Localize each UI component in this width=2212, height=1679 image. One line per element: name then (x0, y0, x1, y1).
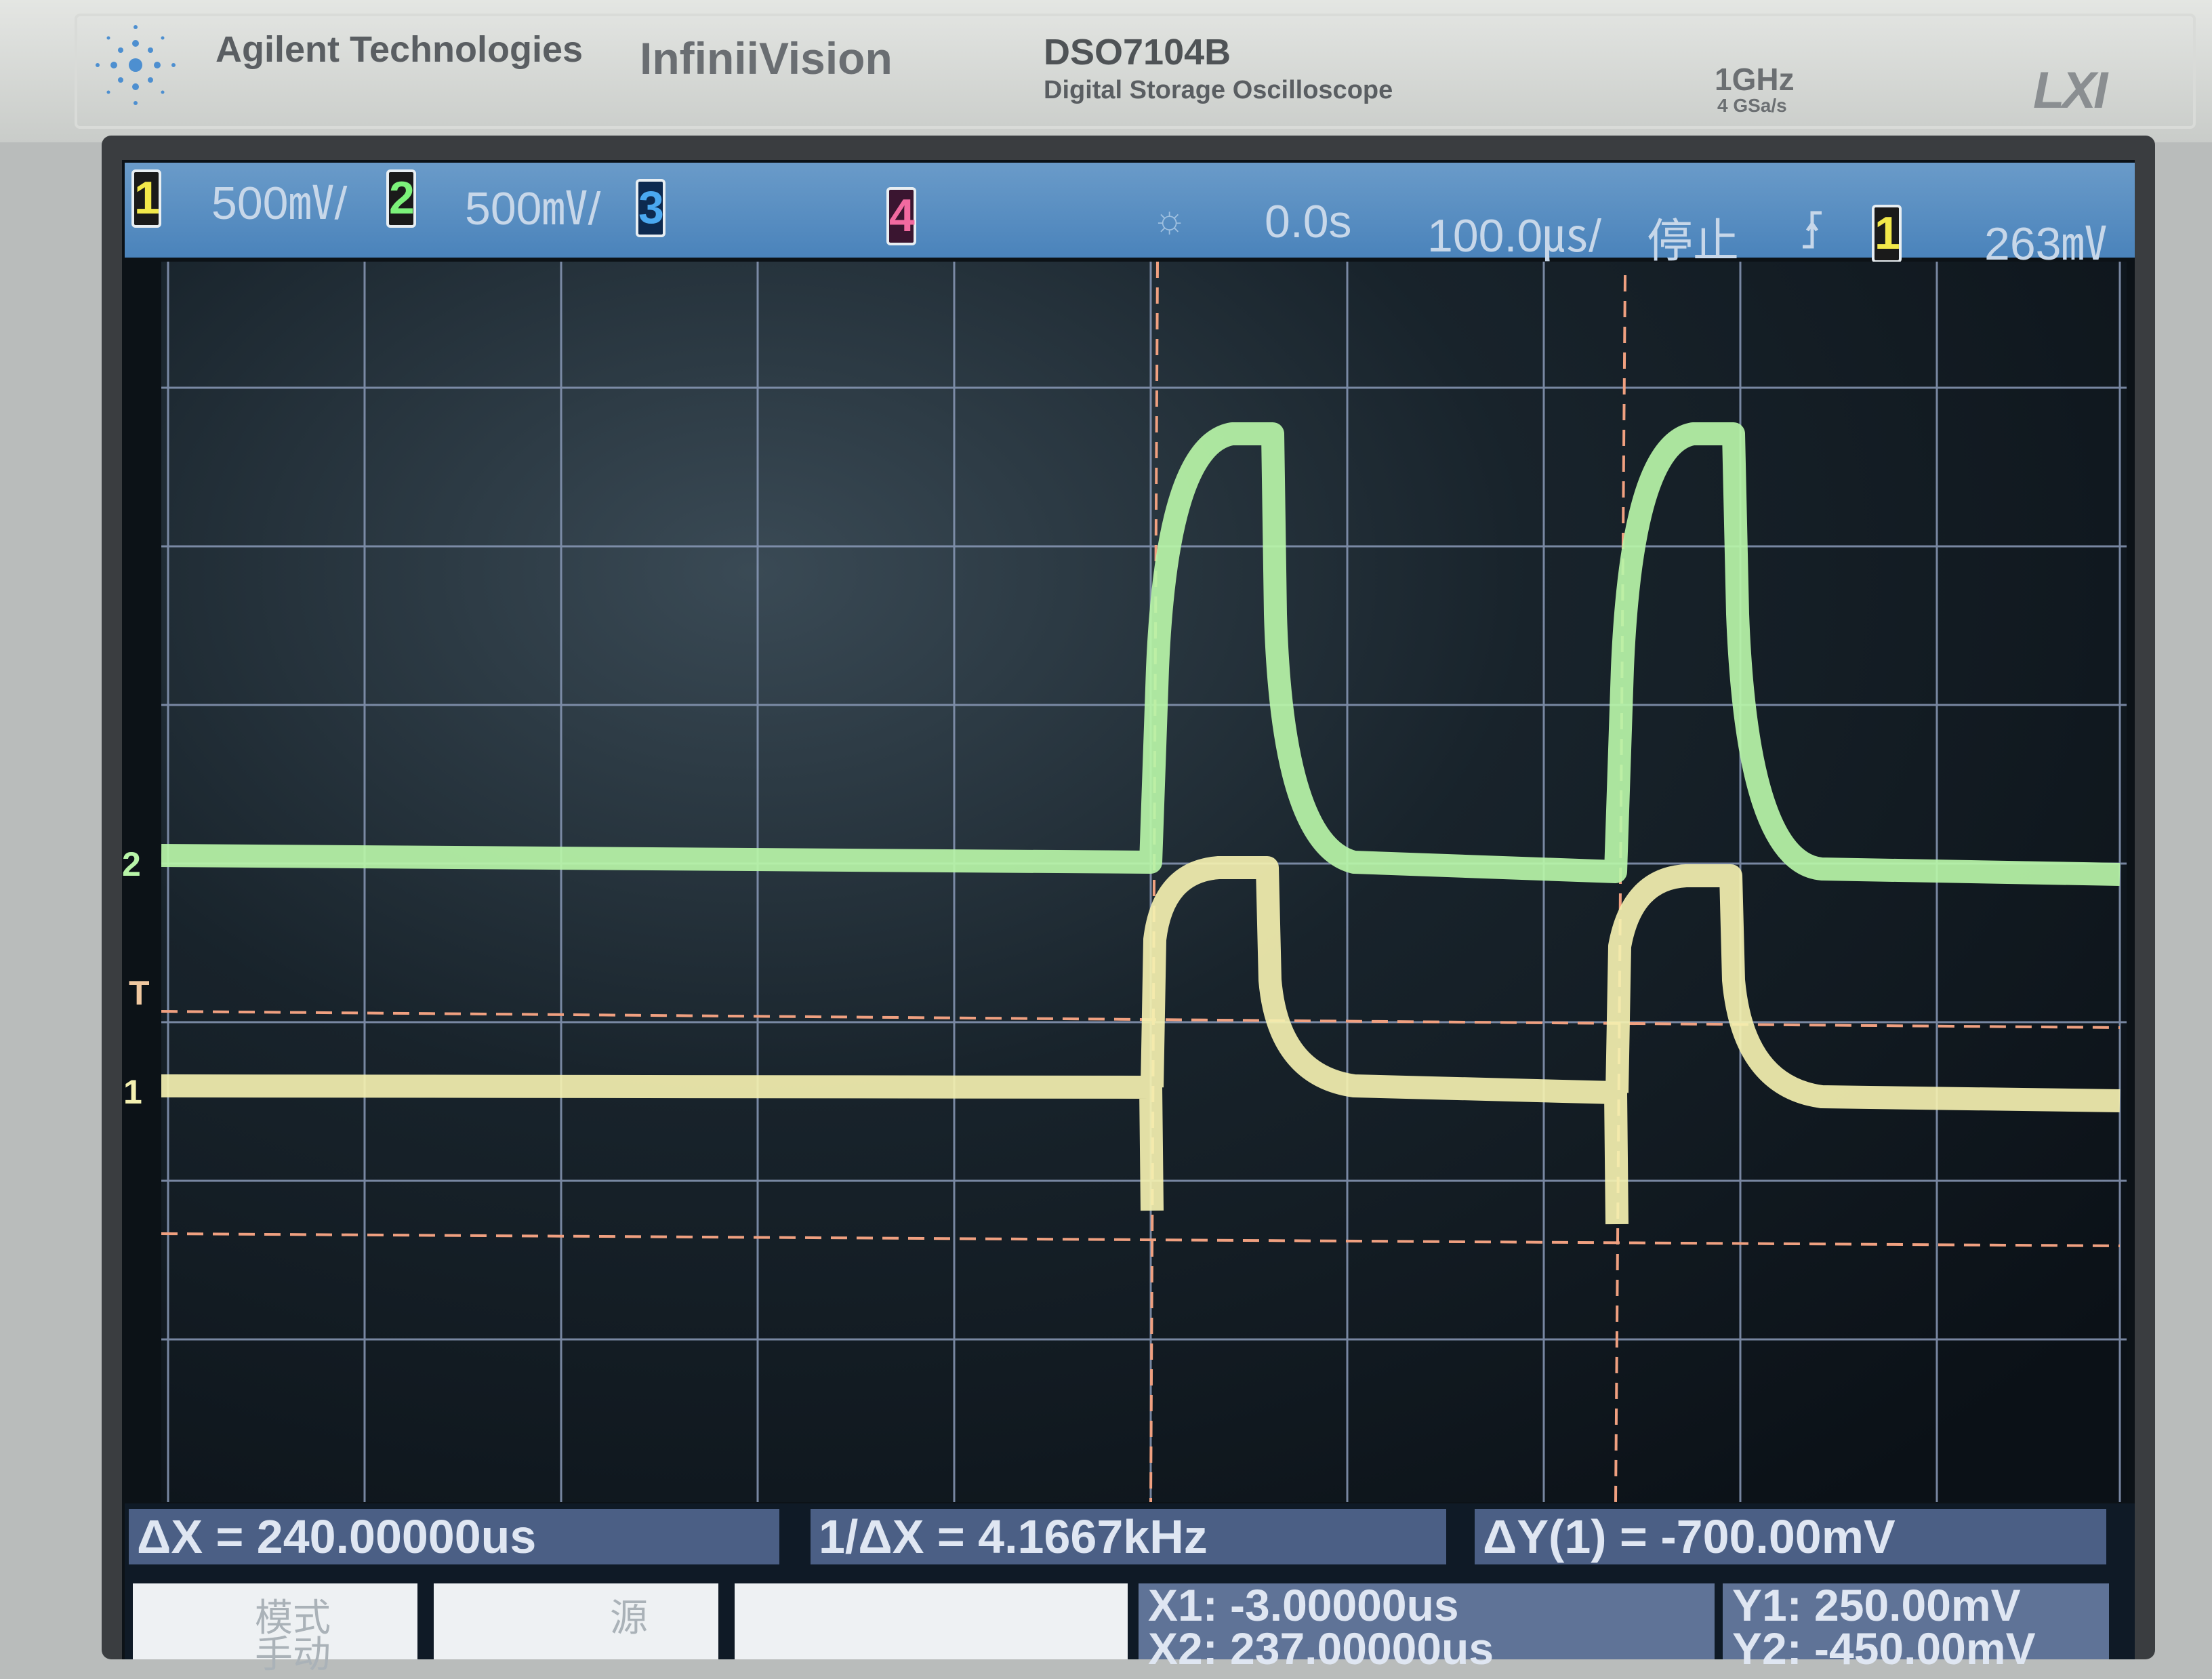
channel-4-badge[interactable]: 4 (886, 187, 916, 245)
softkey-mode-value: 手动 (255, 1633, 331, 1676)
bandwidth-label: 1GHz (1715, 62, 1795, 97)
run-indicator-icon: ☼ (1152, 197, 1187, 240)
graticule-grid (161, 262, 2127, 1502)
delta-x-readout: ΔX = 240.00000us (129, 1509, 779, 1564)
x2-readout: X2: 237.00000us (1148, 1623, 1494, 1674)
cursor-y-readout: Y1: 250.00mV Y2: -450.00mV (1723, 1580, 2109, 1671)
softkey-blank[interactable] (735, 1583, 1128, 1659)
brand-name: Agilent Technologies (216, 29, 583, 70)
channel-1-trace (161, 856, 2121, 1225)
trigger-level-marker[interactable]: T (129, 973, 150, 1013)
trigger-source-badge[interactable]: 1 (1872, 205, 1902, 263)
softkey-source[interactable]: 源 (434, 1583, 718, 1659)
softkey-source-label: 源 (610, 1596, 648, 1639)
channel-2-badge[interactable]: 2 (386, 169, 416, 228)
y2-readout: Y2: -450.00mV (1732, 1623, 2036, 1674)
inverse-delta-x-readout: 1/ΔX = 4.1667kHz (811, 1509, 1446, 1564)
sample-rate-label: 4 GSa/s (1717, 95, 1787, 116)
cursor-x-readout: X1: -3.00000us X2: 237.00000us (1139, 1580, 1715, 1671)
model-number: DSO7104B (1044, 32, 1231, 73)
product-line: InfiniiVision (640, 33, 893, 83)
model-description: Digital Storage Oscilloscope (1044, 76, 1393, 104)
channel-2-ground-marker[interactable]: 2 (122, 845, 141, 884)
channel-1-badge[interactable]: 1 (131, 169, 161, 228)
cursor-y1 (161, 1010, 2121, 1029)
agilent-spark-logo (96, 25, 176, 105)
softkey-mode[interactable]: 模式 手动 (133, 1583, 417, 1676)
lxi-logo: LXI (2033, 62, 2108, 119)
waveform-display (161, 262, 2127, 1502)
cursor-x2 (1614, 275, 1626, 1502)
x1-readout: X1: -3.00000us (1148, 1580, 1459, 1630)
channel-3-badge[interactable]: 3 (636, 179, 665, 237)
rising-edge-icon (1803, 211, 1822, 249)
time-scale: 100.0㎲/ (1427, 210, 1602, 262)
channel-2-scale: 500㎷/ (465, 183, 601, 235)
channel-1-scale: 500㎷/ (211, 178, 348, 229)
channel-2-trace (161, 422, 2121, 886)
y1-readout: Y1: 250.00mV (1732, 1580, 2021, 1630)
run-state: 停止 (1647, 216, 1740, 267)
time-offset: 0.0s (1265, 196, 1352, 247)
channel-1-ground-marker[interactable]: 1 (123, 1072, 142, 1112)
cursor-y2 (161, 1232, 2121, 1247)
delta-y-readout: ΔY(1) = -700.00mV (1475, 1509, 2106, 1564)
status-bar (125, 163, 2135, 258)
